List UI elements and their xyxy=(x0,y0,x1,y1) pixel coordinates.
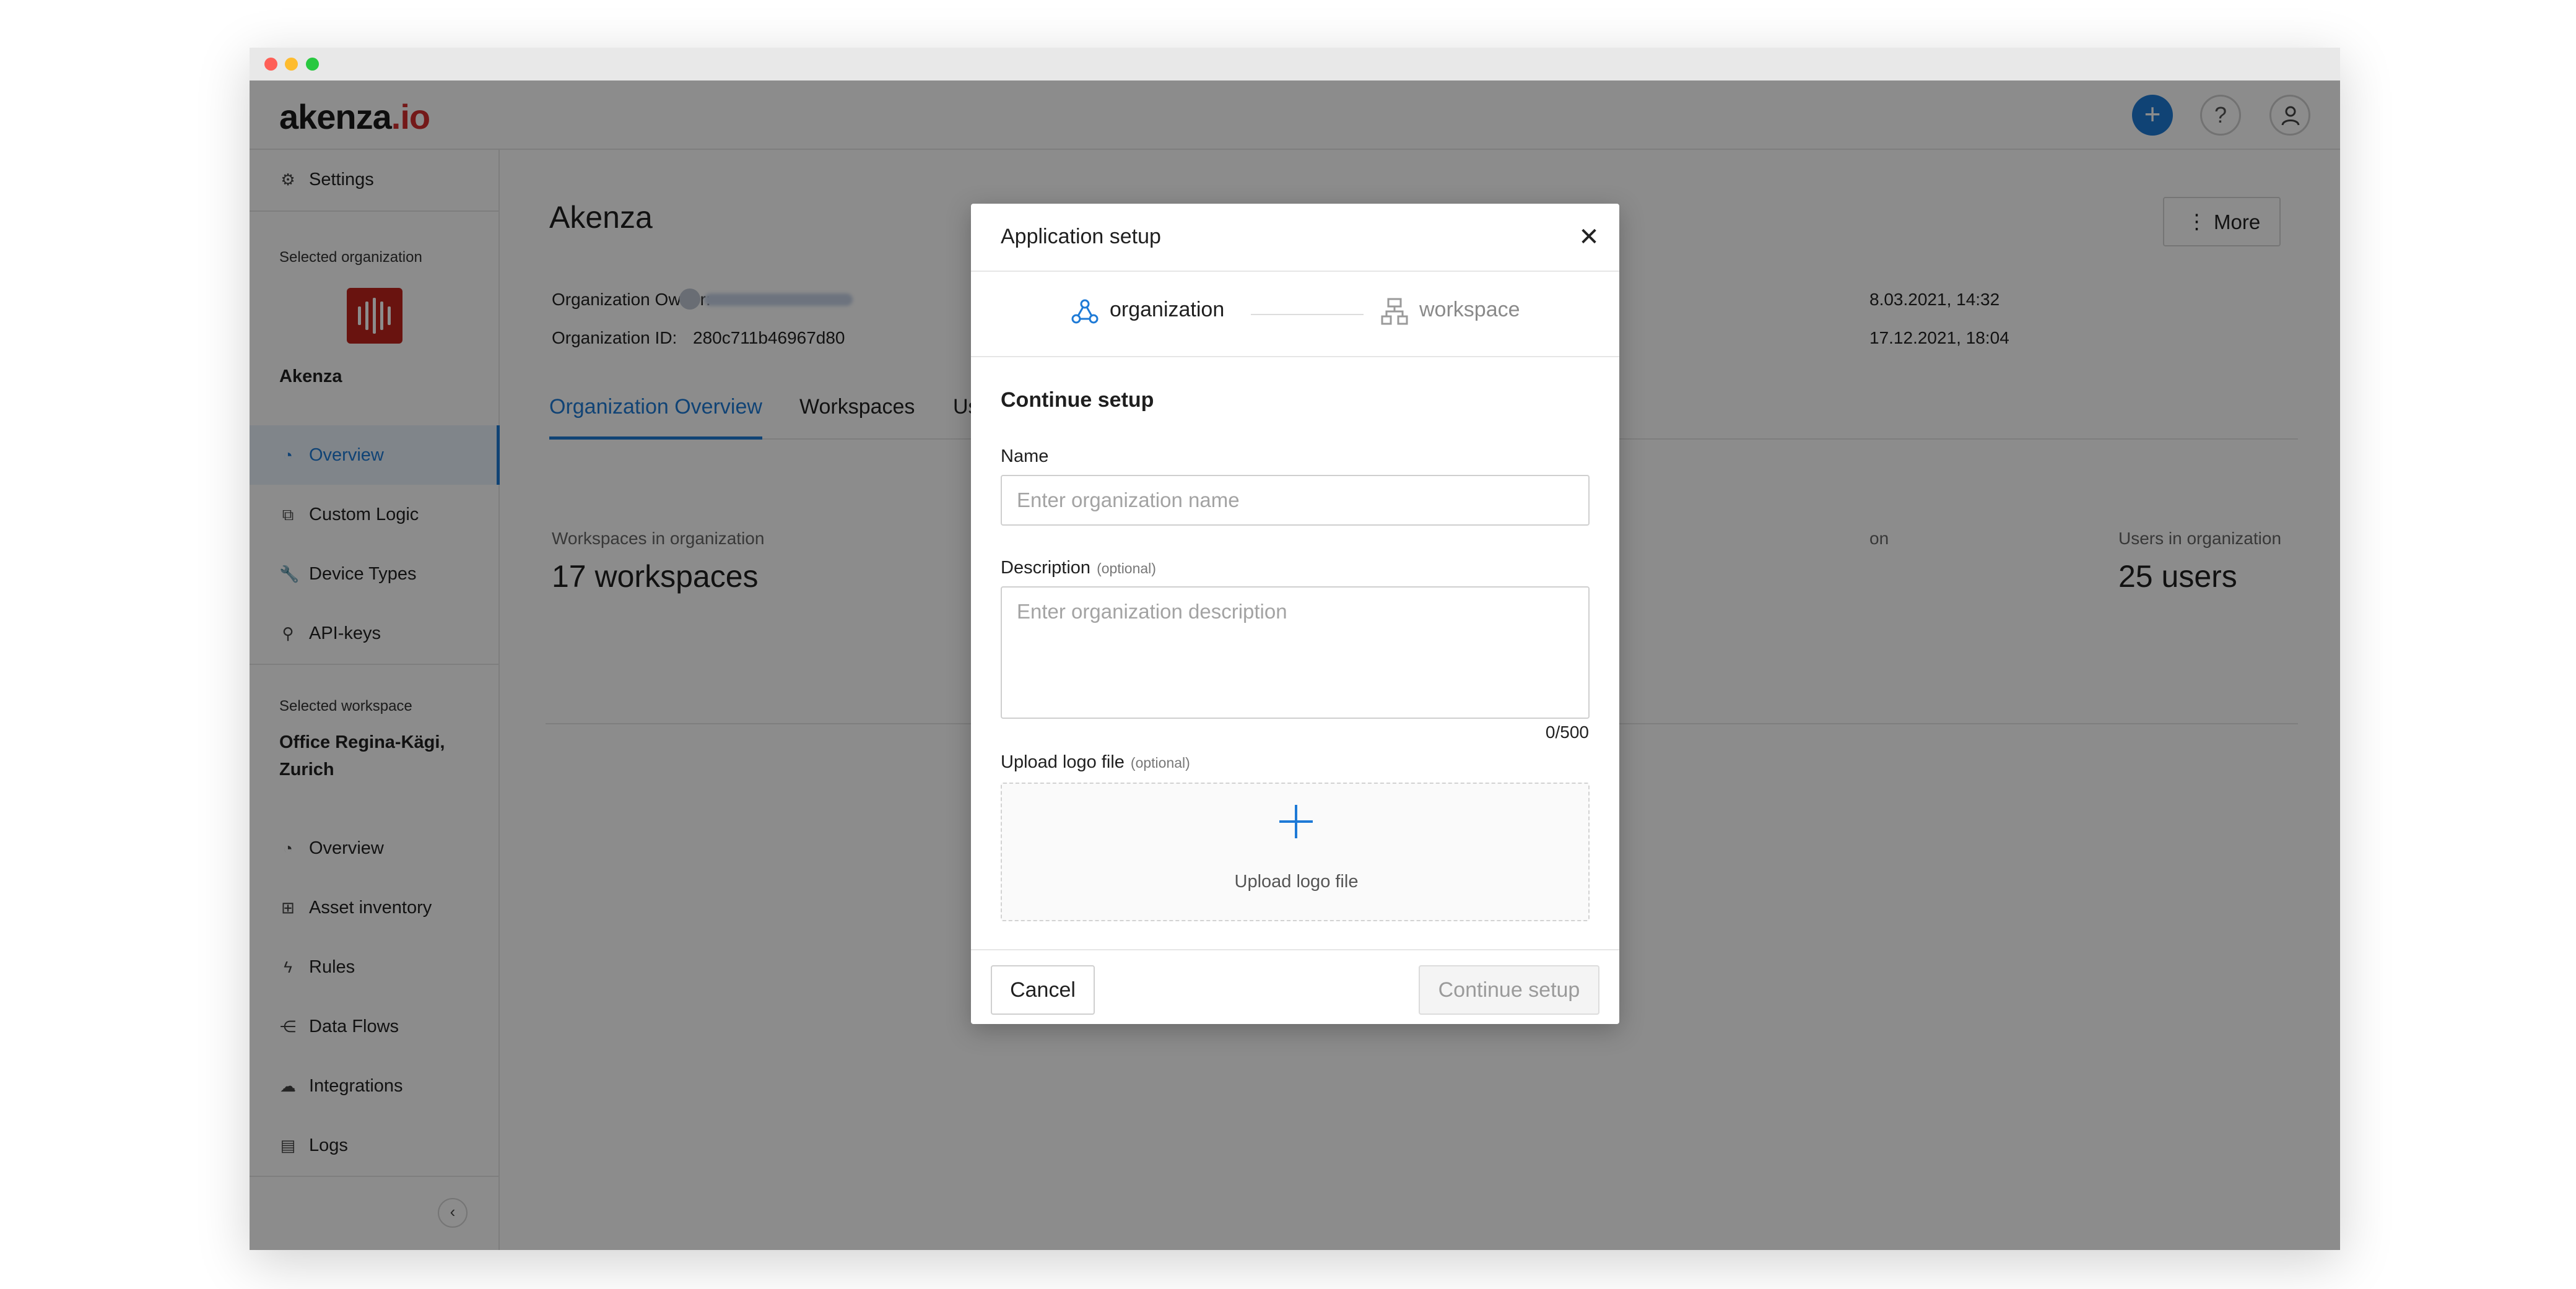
plus-icon xyxy=(1279,805,1313,838)
modal-header: Application setup ✕ xyxy=(971,204,1619,272)
modal-title: Application setup xyxy=(1001,225,1161,248)
modal-footer: Cancel Continue setup xyxy=(971,949,1619,1024)
setup-stepper: organization workspace xyxy=(971,272,1619,357)
step-connector xyxy=(1251,314,1364,315)
application-setup-modal: Application setup ✕ organization workspa… xyxy=(971,204,1619,1024)
organization-step-icon xyxy=(1071,299,1099,324)
organization-description-input[interactable] xyxy=(1001,586,1590,719)
close-icon: ✕ xyxy=(1578,224,1599,251)
maximize-window-button[interactable] xyxy=(306,58,319,71)
minimize-window-button[interactable] xyxy=(285,58,298,71)
name-label: Name xyxy=(1001,446,1049,466)
organization-name-input[interactable] xyxy=(1001,475,1590,526)
cancel-button[interactable]: Cancel xyxy=(991,965,1095,1015)
upload-logo-text: Upload logo file xyxy=(1234,872,1359,892)
description-char-counter: 0/500 xyxy=(1545,723,1589,742)
close-window-button[interactable] xyxy=(264,58,277,71)
upload-logo-label-text: Upload logo file xyxy=(1001,752,1125,772)
window-titlebar xyxy=(250,48,2340,80)
description-label: Description (optional) xyxy=(1001,558,1156,578)
app-root: akenza.io + ? ⚙ Settings Selected organi… xyxy=(250,80,2340,1250)
optional-hint: (optional) xyxy=(1130,755,1190,771)
close-modal-button[interactable]: ✕ xyxy=(1578,224,1600,251)
workspace-step-icon xyxy=(1381,298,1408,325)
step-workspace: workspace xyxy=(1419,298,1520,321)
continue-setup-heading: Continue setup xyxy=(1001,388,1154,412)
optional-hint: (optional) xyxy=(1097,560,1156,576)
upload-logo-dropzone[interactable]: Upload logo file xyxy=(1001,783,1590,921)
description-label-text: Description xyxy=(1001,558,1091,578)
continue-setup-button[interactable]: Continue setup xyxy=(1419,965,1599,1015)
upload-logo-label: Upload logo file (optional) xyxy=(1001,752,1190,773)
step-organization: organization xyxy=(1110,298,1225,321)
browser-window: akenza.io + ? ⚙ Settings Selected organi… xyxy=(250,48,2340,1250)
